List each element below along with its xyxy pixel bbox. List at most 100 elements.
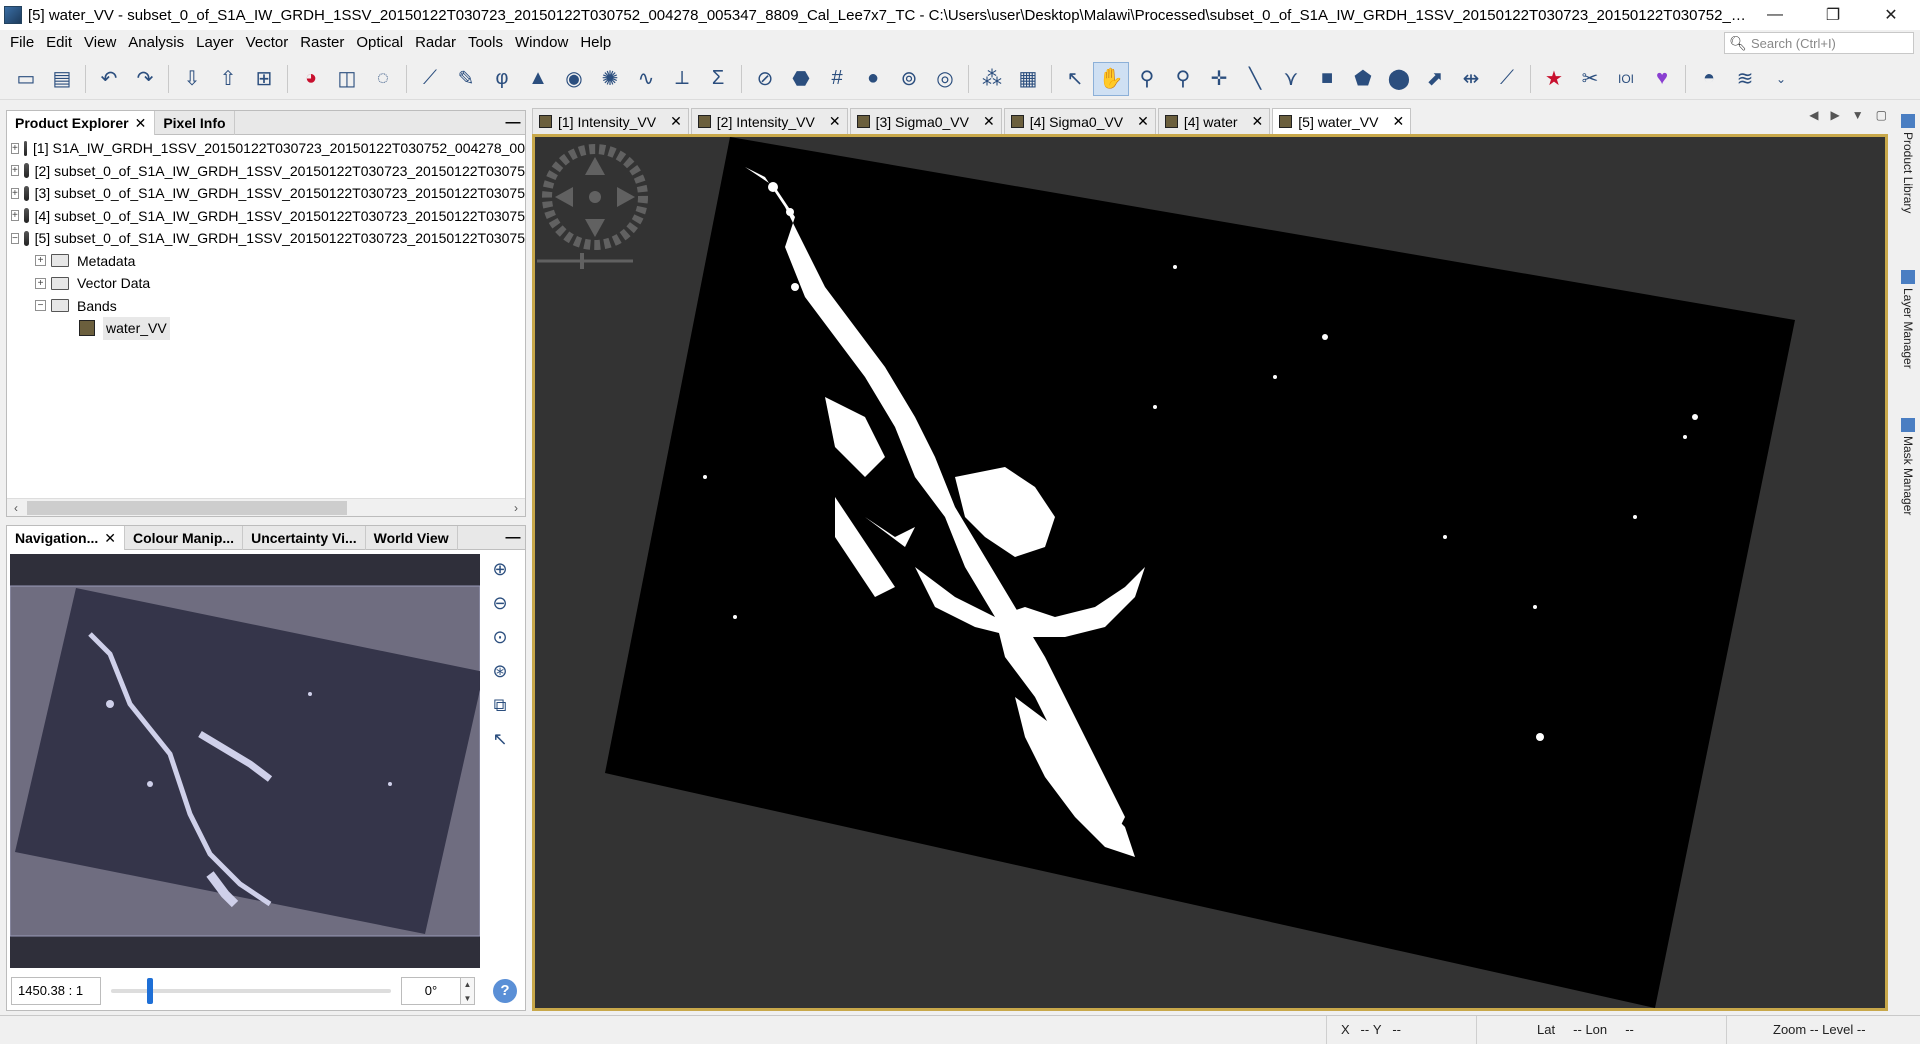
tab-sigma0-vv-3[interactable]: [3] Sigma0_VV ✕ xyxy=(849,108,1002,134)
restore-button[interactable]: ❐ xyxy=(1804,0,1862,30)
export-icon[interactable]: ⇧ xyxy=(210,62,246,96)
satellite-icon[interactable]: ◓ xyxy=(1691,62,1727,96)
tree-product-4[interactable]: + [4] subset_0_of_S1A_IW_GRDH_1SSV_201501… xyxy=(7,205,525,228)
map-icon[interactable]: ✺ xyxy=(592,62,628,96)
horizontal-scrollbar[interactable]: ‹ › xyxy=(7,498,525,516)
tree-node-metadata[interactable]: + Metadata xyxy=(7,250,525,273)
tab-product-explorer[interactable]: Product Explorer ✕ xyxy=(7,110,156,135)
tab-water-vv-5[interactable]: [5] water_VV ✕ xyxy=(1272,108,1412,134)
minimize-panel-button[interactable]: — xyxy=(501,529,525,546)
tab-uncertainty-visualisation[interactable]: Uncertainty Vi... xyxy=(243,525,366,550)
compass-down-arrow[interactable] xyxy=(585,219,605,237)
menu-analysis[interactable]: Analysis xyxy=(122,30,190,56)
image-view[interactable] xyxy=(532,134,1888,1011)
dock-mask-manager[interactable]: Mask Manager xyxy=(1895,418,1915,515)
tree-product-1[interactable]: + [1] S1A_IW_GRDH_1SSV_20150122T030723_20… xyxy=(7,137,525,160)
tab-colour-manipulation[interactable]: Colour Manip... xyxy=(125,525,244,550)
navigation-compass[interactable] xyxy=(537,144,648,269)
tree-node-bands[interactable]: − Bands xyxy=(7,295,525,318)
angle-spinner[interactable]: ▲ ▼ xyxy=(461,977,475,1005)
sum-icon[interactable]: Σ xyxy=(700,62,736,96)
histogram-icon[interactable]: ▲ xyxy=(520,62,556,96)
collapse-icon[interactable]: − xyxy=(35,300,46,312)
expand-icon[interactable]: + xyxy=(11,187,19,199)
toolbar-more-icon[interactable]: ⌄ xyxy=(1763,62,1799,96)
tab-world-view[interactable]: World View xyxy=(366,525,458,550)
tab-list-icon[interactable]: ▼ xyxy=(1852,108,1864,122)
menu-tools[interactable]: Tools xyxy=(462,30,509,56)
zoom-slider-knob[interactable] xyxy=(580,253,584,269)
layer-icon[interactable]: ◫ xyxy=(329,62,365,96)
profile-plot-icon[interactable]: ⟋ xyxy=(412,62,448,96)
batch-icon[interactable]: ▦ xyxy=(1010,62,1046,96)
menu-file[interactable]: File xyxy=(4,30,40,56)
tree-band-water-vv[interactable]: water_VV xyxy=(7,317,525,340)
undo-icon[interactable]: ↶ xyxy=(91,62,127,96)
magic-wand-icon[interactable]: ⬈ xyxy=(1417,62,1453,96)
tree-node-vector-data[interactable]: + Vector Data xyxy=(7,272,525,295)
overlay-icon[interactable]: ⊘ xyxy=(747,62,783,96)
band-maths-icon[interactable]: ⊞ xyxy=(246,62,282,96)
save-product-icon[interactable]: ▤ xyxy=(44,62,80,96)
maximize-icon[interactable]: ▢ xyxy=(1876,108,1887,122)
terrain-icon[interactable]: ≋ xyxy=(1727,62,1763,96)
world-map-icon[interactable]: ● xyxy=(855,62,891,96)
select-tool-icon[interactable]: ↖ xyxy=(1057,62,1093,96)
zoom-slider-thumb[interactable] xyxy=(147,978,153,1004)
search-box[interactable]: 🔍︎ Search (Ctrl+I) xyxy=(1724,32,1914,54)
tab-scroll-left-icon[interactable]: ◀ xyxy=(1809,108,1818,122)
pin-placing-icon[interactable]: ⚲ xyxy=(1165,62,1201,96)
zoom-out-icon[interactable]: ⊖ xyxy=(485,588,515,618)
close-icon[interactable]: ✕ xyxy=(670,113,682,130)
menu-help[interactable]: Help xyxy=(574,30,617,56)
scissors-icon[interactable]: ✂ xyxy=(1572,62,1608,96)
compass-left-arrow[interactable] xyxy=(555,187,573,207)
measure-icon[interactable]: ⟋ xyxy=(1489,62,1525,96)
gcp-icon[interactable]: ⊚ xyxy=(891,62,927,96)
zoom-all-icon[interactable]: ⊛ xyxy=(485,656,515,686)
tab-water-4[interactable]: [4] water ✕ xyxy=(1157,108,1271,134)
pan-tool-icon[interactable]: ✋ xyxy=(1093,61,1129,96)
polygon-icon[interactable]: ⬟ xyxy=(1345,62,1381,96)
spectrum-icon[interactable]: ◌ xyxy=(365,62,401,96)
compass-right-arrow[interactable] xyxy=(617,187,635,207)
sync-views-icon[interactable]: ⧉ xyxy=(485,690,515,720)
tree-product-2[interactable]: + [2] subset_0_of_S1A_IW_GRDH_1SSV_201501… xyxy=(7,160,525,183)
close-icon[interactable]: ✕ xyxy=(104,530,116,546)
minimize-panel-button[interactable]: — xyxy=(501,114,525,131)
rgb-image-icon[interactable]: ◕ xyxy=(293,62,329,96)
scroll-right-icon[interactable]: › xyxy=(507,501,525,515)
dock-layer-manager[interactable]: Layer Manager xyxy=(1895,270,1915,369)
globe-icon[interactable]: ◉ xyxy=(556,62,592,96)
redo-icon[interactable]: ↷ xyxy=(127,62,163,96)
menu-layer[interactable]: Layer xyxy=(190,30,240,56)
rectangle-icon[interactable]: ■ xyxy=(1309,62,1345,96)
zoom-tool-icon[interactable]: ⚲ xyxy=(1129,62,1165,96)
tree-product-3[interactable]: + [3] subset_0_of_S1A_IW_GRDH_1SSV_201501… xyxy=(7,182,525,205)
help-button[interactable]: ? xyxy=(493,979,517,1003)
draw-icon[interactable]: ✎ xyxy=(448,62,484,96)
zoom-pixel-icon[interactable]: ⊙ xyxy=(485,622,515,652)
collapse-icon[interactable]: − xyxy=(11,232,19,244)
sync-cursor-icon[interactable]: ↖ xyxy=(485,724,515,754)
ellipse-icon[interactable]: ⬤ xyxy=(1381,62,1417,96)
expand-icon[interactable]: + xyxy=(11,210,19,222)
line-draw-icon[interactable]: ╲ xyxy=(1237,62,1273,96)
compass-center[interactable] xyxy=(589,191,601,203)
tab-scroll-right-icon[interactable]: ▶ xyxy=(1831,108,1840,122)
graticule-icon[interactable]: # xyxy=(819,62,855,96)
tab-sigma0-vv-4[interactable]: [4] Sigma0_VV ✕ xyxy=(1003,108,1156,134)
expand-icon[interactable]: + xyxy=(35,277,46,289)
wave-icon[interactable]: ∿ xyxy=(628,62,664,96)
expand-icon[interactable]: + xyxy=(11,142,19,154)
expand-icon[interactable]: + xyxy=(11,165,19,177)
zoom-in-icon[interactable]: ⊕ xyxy=(485,554,515,584)
scale-field[interactable]: 1450.38 : 1 xyxy=(11,977,101,1005)
navigation-overview[interactable] xyxy=(9,554,484,968)
scroll-left-icon[interactable]: ‹ xyxy=(7,501,25,515)
range-finder-icon[interactable]: ⇹ xyxy=(1453,62,1489,96)
open-product-icon[interactable]: ▭ xyxy=(8,62,44,96)
star-icon[interactable]: ★ xyxy=(1536,62,1572,96)
graph-builder-icon[interactable]: ⁂ xyxy=(974,62,1010,96)
menu-window[interactable]: Window xyxy=(509,30,574,56)
